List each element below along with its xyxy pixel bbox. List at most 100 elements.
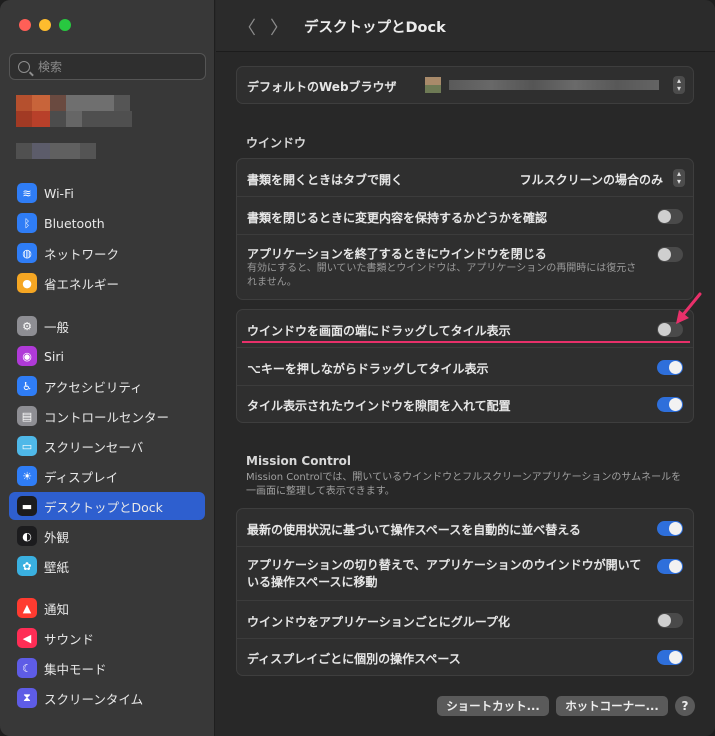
globe-icon: ◍	[17, 243, 37, 263]
annotation-arrow-icon	[676, 292, 702, 324]
sidebar-item-bluetooth[interactable]: ᛒ Bluetooth	[9, 209, 205, 237]
sidebar: ≋ Wi-Fi ᛒ Bluetooth ◍ ネットワーク ● 省エネルギー ⚙ 一般 ◉ Siri ♿ ア…	[0, 0, 215, 736]
sidebar-item-control-center[interactable]: ▤ コントロールセンター	[9, 402, 205, 430]
windows-group: 書類を開くときはタブで開く フルスクリーンの場合のみ ▴ ▾ 書類を閉じるときに変…	[236, 158, 694, 300]
accessibility-icon: ♿	[17, 376, 37, 396]
sidebar-item-label: 壁紙	[44, 559, 70, 575]
control-center-icon: ▤	[17, 406, 37, 426]
help-button[interactable]: ?	[675, 696, 695, 716]
tabs-popup-stepper[interactable]: ▴ ▾	[673, 169, 685, 187]
default-browser-label: デフォルトのWebブラウザ	[247, 80, 397, 94]
switch-space-label: アプリケーションの切り替えで、アプリケーションのウインドウが開いている操作スペー…	[247, 558, 642, 589]
forward-chevron-icon[interactable]: 〉	[270, 14, 288, 40]
sidebar-item-lightbulb[interactable]: ● 省エネルギー	[9, 269, 205, 297]
sidebar-item-accessibility[interactable]: ♿ アクセシビリティ	[9, 372, 205, 400]
wifi-icon: ≋	[17, 183, 37, 203]
siri-icon: ◉	[17, 346, 37, 366]
default-browser-row: デフォルトのWebブラウザ ▴ ▾	[237, 67, 693, 103]
sidebar-item-label: 省エネルギー	[44, 276, 120, 292]
sidebar-item-label: ネットワーク	[44, 246, 120, 262]
tile-margins-row: タイル表示されたウインドウを隙間を入れて配置	[237, 386, 693, 422]
sidebar-item-screensaver[interactable]: ▭ スクリーンセーバ	[9, 432, 205, 460]
system-settings-window: ≋ Wi-Fi ᛒ Bluetooth ◍ ネットワーク ● 省エネルギー ⚙ 一般 ◉ Siri ♿ ア…	[0, 0, 715, 736]
tile-margins-label: タイル表示されたウインドウを隙間を入れて配置	[247, 399, 511, 413]
option-drag-tile-toggle[interactable]	[657, 360, 683, 375]
zoom-button[interactable]	[59, 19, 71, 31]
switch-space-toggle[interactable]	[657, 559, 683, 574]
page-title: デスクトップとDock	[304, 20, 446, 36]
sidebar-item-bell[interactable]: ▲ 通知	[9, 594, 205, 622]
sidebar-item-label: Bluetooth	[44, 215, 105, 231]
toolbar: 〈 〉 デスクトップとDock	[216, 0, 715, 52]
sun-icon: ☀	[17, 466, 37, 486]
ask-keep-changes-toggle[interactable]	[657, 209, 683, 224]
gear-icon: ⚙	[17, 316, 37, 336]
separate-spaces-toggle[interactable]	[657, 650, 683, 665]
auto-rearrange-toggle[interactable]	[657, 521, 683, 536]
sidebar-item-label: Wi-Fi	[44, 185, 74, 201]
sidebar-item-label: コントロールセンター	[44, 409, 170, 425]
sidebar-item-label: アクセシビリティ	[44, 379, 143, 395]
sidebar-item-gear[interactable]: ⚙ 一般	[9, 312, 205, 340]
ask-keep-changes-label: 書類を閉じるときに変更内容を保持するかどうかを確認	[247, 211, 548, 225]
close-button[interactable]	[19, 19, 31, 31]
sidebar-item-hourglass[interactable]: ⧗ スクリーンタイム	[9, 684, 205, 712]
default-browser-stepper[interactable]: ▴ ▾	[673, 76, 685, 94]
sidebar-item-moon[interactable]: ☾ 集中モード	[9, 654, 205, 682]
separate-spaces-label: ディスプレイごとに個別の操作スペース	[247, 652, 461, 666]
close-windows-description: 有効にすると、開いていた書類とウインドウは、アプリケーションの再開時には復元され…	[247, 263, 637, 288]
sidebar-item-label: スクリーンタイム	[44, 691, 144, 707]
moon-icon: ☾	[17, 658, 37, 678]
sidebar-item-speaker[interactable]: ◀ サウンド	[9, 624, 205, 652]
bell-icon: ▲	[17, 598, 37, 618]
close-windows-toggle[interactable]	[657, 247, 683, 262]
annotation-underline	[242, 341, 690, 343]
tabs-row: 書類を開くときはタブで開く フルスクリーンの場合のみ ▴ ▾	[237, 159, 693, 197]
sidebar-item-appearance[interactable]: ◐ 外観	[9, 522, 205, 550]
group-by-app-row: ウインドウをアプリケーションごとにグループ化	[237, 601, 693, 639]
sidebar-item-label: Siri	[44, 348, 65, 364]
sidebar-item-label: ディスプレイ	[44, 469, 119, 485]
group-by-app-label: ウインドウをアプリケーションごとにグループ化	[247, 615, 511, 629]
sidebar-item-siri[interactable]: ◉ Siri	[9, 342, 205, 370]
speaker-icon: ◀	[17, 628, 37, 648]
sidebar-item-label: スクリーンセーバ	[44, 439, 144, 455]
search-icon	[18, 60, 30, 73]
sidebar-item-sun[interactable]: ☀ ディスプレイ	[9, 462, 205, 490]
mission-control-group: 最新の使用状況に基づいて操作スペースを自動的に並べ替える アプリケーションの切り…	[236, 508, 694, 676]
ask-keep-changes-row: 書類を閉じるときに変更内容を保持するかどうかを確認	[237, 197, 693, 235]
tiling-group: ウインドウを画面の端にドラッグしてタイル表示 ⌥キーを押しながらドラッグしてタイ…	[236, 309, 694, 423]
windows-section-title: ウインドウ	[246, 136, 307, 150]
group-by-app-toggle[interactable]	[657, 613, 683, 628]
search-input[interactable]	[38, 59, 188, 74]
auto-rearrange-label: 最新の使用状況に基づいて操作スペースを自動的に並べ替える	[247, 523, 581, 537]
default-browser-group: デフォルトのWebブラウザ ▴ ▾	[236, 66, 694, 104]
search-field[interactable]	[9, 53, 206, 80]
default-browser-value-pixelated[interactable]	[425, 77, 665, 93]
sidebar-item-label: 一般	[44, 319, 70, 335]
sidebar-item-label: サウンド	[44, 631, 95, 647]
close-windows-row: アプリケーションを終了するときにウインドウを閉じる 有効にすると、開いていた書類…	[237, 235, 693, 299]
sidebar-item-dock[interactable]: ▬ デスクトップとDock	[9, 492, 205, 520]
back-chevron-icon[interactable]: 〈	[238, 14, 256, 40]
shortcuts-button[interactable]: ショートカット...	[437, 696, 549, 716]
window-controls	[19, 19, 71, 31]
mission-control-title: Mission Control	[246, 454, 352, 468]
sidebar-item-wifi[interactable]: ≋ Wi-Fi	[9, 179, 205, 207]
screensaver-icon: ▭	[17, 436, 37, 456]
appearance-icon: ◐	[17, 526, 37, 546]
option-drag-tile-label: ⌥キーを押しながらドラッグしてタイル表示	[247, 362, 489, 376]
tabs-popup-value[interactable]: フルスクリーンの場合のみ	[520, 171, 663, 188]
hot-corners-button[interactable]: ホットコーナー...	[556, 696, 668, 716]
tile-margins-toggle[interactable]	[657, 397, 683, 412]
flower-icon: ✿	[17, 556, 37, 576]
hourglass-icon: ⧗	[17, 688, 37, 708]
sidebar-item-globe[interactable]: ◍ ネットワーク	[9, 239, 205, 267]
bluetooth-icon: ᛒ	[17, 213, 37, 233]
auto-rearrange-row: 最新の使用状況に基づいて操作スペースを自動的に並べ替える	[237, 509, 693, 547]
minimize-button[interactable]	[39, 19, 51, 31]
account-avatar-pixelated[interactable]	[16, 95, 156, 165]
sidebar-item-label: 外観	[44, 529, 70, 545]
dock-icon: ▬	[17, 496, 37, 516]
sidebar-item-flower[interactable]: ✿ 壁紙	[9, 552, 205, 580]
